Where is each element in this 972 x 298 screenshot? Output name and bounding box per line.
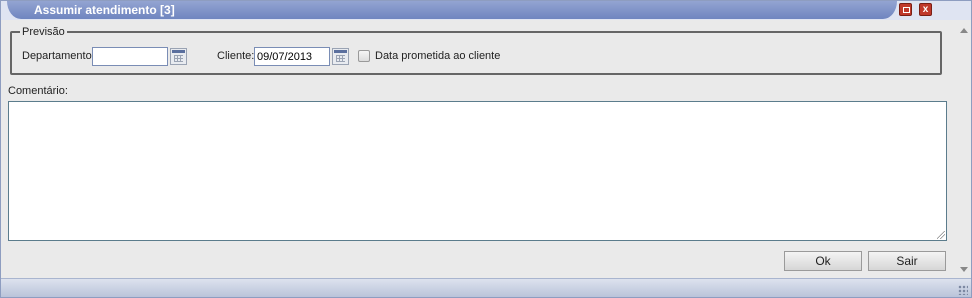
dialog-window: Assumir atendimento [3] x Previsão Depar…	[0, 0, 972, 298]
previsao-legend: Previsão	[20, 26, 67, 38]
maximize-icon[interactable]	[899, 3, 912, 16]
data-prometida-label: Data prometida ao cliente	[375, 50, 501, 62]
scroll-up-icon[interactable]	[960, 28, 968, 33]
departamento-calendar-icon[interactable]	[170, 48, 187, 65]
data-prometida-checkbox[interactable]	[358, 50, 370, 62]
window-title: Assumir atendimento [3]	[34, 3, 175, 17]
textarea-resize-grip-icon[interactable]	[937, 231, 945, 239]
departamento-label: Departamento:	[22, 50, 95, 62]
comentario-textarea[interactable]	[8, 101, 947, 241]
sair-button[interactable]: Sair	[868, 251, 946, 271]
ok-button[interactable]: Ok	[784, 251, 862, 271]
title-bar[interactable]: Assumir atendimento [3] x	[1, 1, 971, 20]
scroll-down-icon[interactable]	[960, 267, 968, 272]
close-icon[interactable]: x	[919, 3, 932, 16]
vertical-scrollbar[interactable]	[956, 20, 971, 279]
cliente-calendar-icon[interactable]	[332, 48, 349, 65]
comentario-label: Comentário:	[8, 85, 68, 97]
window-resize-grip-icon[interactable]	[958, 285, 968, 295]
cliente-label: Cliente:	[217, 50, 255, 62]
status-bar	[1, 278, 971, 297]
cliente-date-input[interactable]	[254, 47, 330, 66]
departamento-date-input[interactable]	[92, 47, 168, 66]
